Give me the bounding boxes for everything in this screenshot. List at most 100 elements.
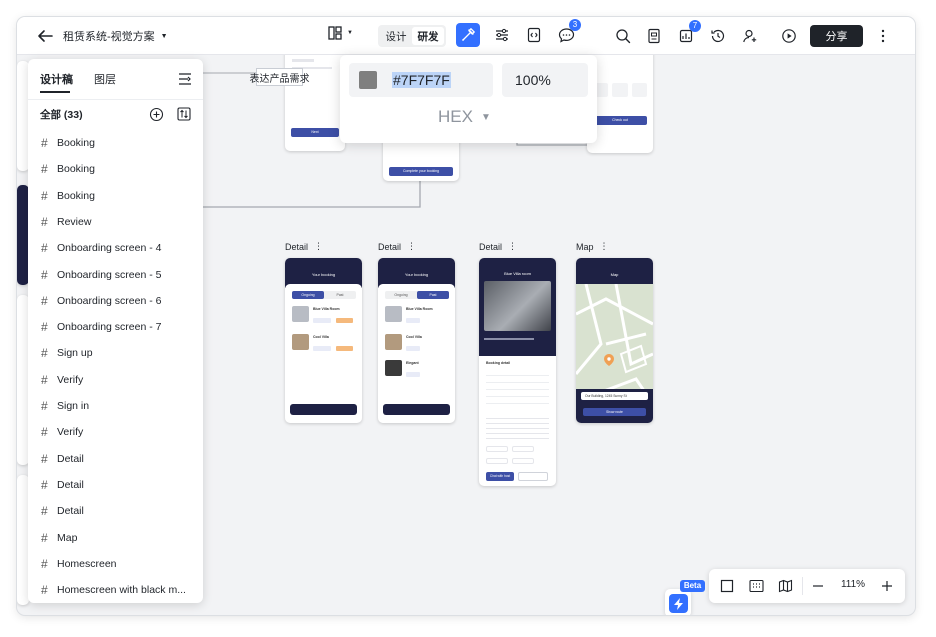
hex-input-box[interactable]: #7F7F7F <box>349 63 493 97</box>
layer-item-label: Booking <box>57 137 95 149</box>
layer-item-label: Booking <box>57 189 95 202</box>
layer-item-label: Review <box>57 215 92 228</box>
more-vertical-icon[interactable] <box>871 24 895 48</box>
layer-item-label: Detail <box>57 505 84 518</box>
frame-label-detail-2[interactable]: Detail ⋮ <box>378 241 416 252</box>
map-pin-icon <box>604 354 614 366</box>
layer-item[interactable]: # Verify <box>41 369 83 391</box>
map-frame[interactable]: Map Our Building, 1245 Sunny St Show rou… <box>576 258 653 423</box>
frame-hash-icon: # <box>41 477 48 492</box>
layer-item[interactable]: # Booking <box>41 185 95 207</box>
layer-item[interactable]: # Verify <box>41 421 83 443</box>
layer-item[interactable]: # Booking <box>41 132 95 154</box>
layout-frame-icon[interactable]: ▼ <box>327 25 353 41</box>
tab-ongoing[interactable]: Ongoing <box>385 291 417 299</box>
layer-item[interactable]: # Review <box>41 211 91 233</box>
layer-item-label: Onboarding screen - 4 <box>57 242 162 255</box>
layer-item[interactable]: # Homescreen <box>41 553 117 575</box>
search-icon[interactable] <box>611 24 635 48</box>
show-route-button[interactable]: Show route <box>583 408 646 416</box>
chat-with-host-button[interactable]: Chat with host <box>486 472 514 481</box>
annotation-note[interactable]: 表达产品需求 <box>250 68 310 86</box>
frame-hash-icon: # <box>41 583 48 598</box>
frame-label-text: Detail <box>479 241 503 252</box>
layer-item[interactable]: # Map <box>41 527 77 549</box>
detail-frame-1[interactable]: Your booking Ongoing Past Blue Villa Roo… <box>285 258 362 423</box>
more-vertical-icon[interactable]: ⋮ <box>508 241 517 252</box>
collapse-panel-icon[interactable] <box>173 67 197 91</box>
row-title: Blue Villa Room <box>313 307 340 311</box>
comments-icon[interactable]: 3 <box>554 19 581 47</box>
more-vertical-icon[interactable]: ⋮ <box>407 241 416 252</box>
zoom-level[interactable]: 111% <box>835 579 871 590</box>
frame-header: Blue Villa room <box>504 271 531 276</box>
frame-hash-icon: # <box>41 136 48 150</box>
tab-ongoing[interactable]: Ongoing <box>292 291 324 299</box>
document-icon[interactable] <box>642 24 666 48</box>
layer-item[interactable]: # Detail <box>41 448 84 470</box>
grid-view-icon[interactable] <box>744 574 768 598</box>
layer-item-label: Onboarding screen - 7 <box>57 321 162 334</box>
more-vertical-icon[interactable]: ⋮ <box>600 241 609 252</box>
bottom-nav-bar <box>290 404 357 415</box>
color-format-select[interactable]: HEX ▼ <box>438 107 491 127</box>
notifications-icon[interactable]: 7 <box>674 20 701 48</box>
layer-item[interactable]: # Onboarding screen - 7 <box>41 316 161 338</box>
tab-design-drafts[interactable]: 设计稿 <box>40 71 73 87</box>
mode-design-tab[interactable]: 设计 <box>380 27 412 45</box>
layer-item[interactable]: # Sign up <box>41 342 93 364</box>
row-title: Blue Villa Room <box>406 307 433 311</box>
document-title[interactable]: 租赁系统-视觉方案 ▼ <box>63 28 168 44</box>
layer-item[interactable]: # Onboarding screen - 4 <box>41 237 161 259</box>
layer-item[interactable]: # Onboarding screen - 6 <box>41 290 161 312</box>
layer-item[interactable]: # Detail <box>41 474 84 496</box>
mode-switch: 设计 研发 <box>378 25 446 47</box>
frame-label-detail-1[interactable]: Detail ⋮ <box>285 241 323 252</box>
detail-frame-3[interactable]: Blue Villa room Booking detail Chat with… <box>479 258 556 486</box>
lightning-icon[interactable] <box>669 594 688 613</box>
frame-view-icon[interactable] <box>715 574 739 598</box>
zoom-out-icon[interactable] <box>806 574 830 598</box>
frame-hash-icon: # <box>41 372 48 387</box>
hex-value-input[interactable]: #7F7F7F <box>392 72 451 88</box>
layer-item[interactable]: # Detail <box>41 500 84 522</box>
next-button[interactable]: Next <box>291 128 339 137</box>
map-icon[interactable] <box>773 574 797 598</box>
layer-item[interactable]: # Homescreen with black m... <box>41 579 186 601</box>
layer-item[interactable]: # Onboarding screen - 5 <box>41 264 161 286</box>
frame-hash-icon: # <box>41 530 48 545</box>
map-view[interactable] <box>576 284 653 423</box>
adjust-sliders-icon[interactable] <box>490 23 514 47</box>
layer-item[interactable]: # Sign in <box>41 395 89 417</box>
opacity-input[interactable]: 100% <box>502 63 588 97</box>
more-vertical-icon[interactable]: ⋮ <box>314 241 323 252</box>
row-title: Cool Villa <box>313 335 329 339</box>
frame-label-map[interactable]: Map ⋮ <box>576 241 609 252</box>
frame-label-detail-3[interactable]: Detail ⋮ <box>479 241 517 252</box>
mode-dev-tab[interactable]: 研发 <box>412 27 444 45</box>
all-frames-count: 全部 (33) <box>40 109 83 121</box>
layer-item-label: Onboarding screen - 6 <box>57 294 162 307</box>
detail-frame-2[interactable]: Your booking Ongoing Past Blue Villa Roo… <box>378 258 455 423</box>
add-user-icon[interactable] <box>738 24 762 48</box>
color-swatch[interactable] <box>359 71 377 89</box>
code-file-icon[interactable] <box>522 23 546 47</box>
history-icon[interactable] <box>706 24 730 48</box>
share-button[interactable]: 分享 <box>810 25 863 47</box>
plugin-card <box>665 589 691 615</box>
layer-item-label: Verify <box>57 426 84 439</box>
tab-past[interactable]: Past <box>417 291 449 299</box>
zoom-in-icon[interactable] <box>875 574 899 598</box>
layer-item[interactable]: # Booking <box>41 158 95 180</box>
color-picker-icon[interactable] <box>456 23 480 47</box>
frame-hash-icon: # <box>41 425 48 440</box>
back-arrow-icon[interactable] <box>33 24 57 48</box>
sort-icon[interactable] <box>172 102 196 126</box>
complete-booking-button[interactable]: Complete your booking <box>389 167 453 176</box>
room-thumbnail <box>385 360 402 376</box>
tab-past[interactable]: Past <box>324 291 356 299</box>
play-icon[interactable] <box>777 24 801 48</box>
check-out-button[interactable]: Check out <box>593 116 647 125</box>
tab-layers[interactable]: 图层 <box>94 71 116 87</box>
add-circle-icon[interactable] <box>144 102 168 126</box>
